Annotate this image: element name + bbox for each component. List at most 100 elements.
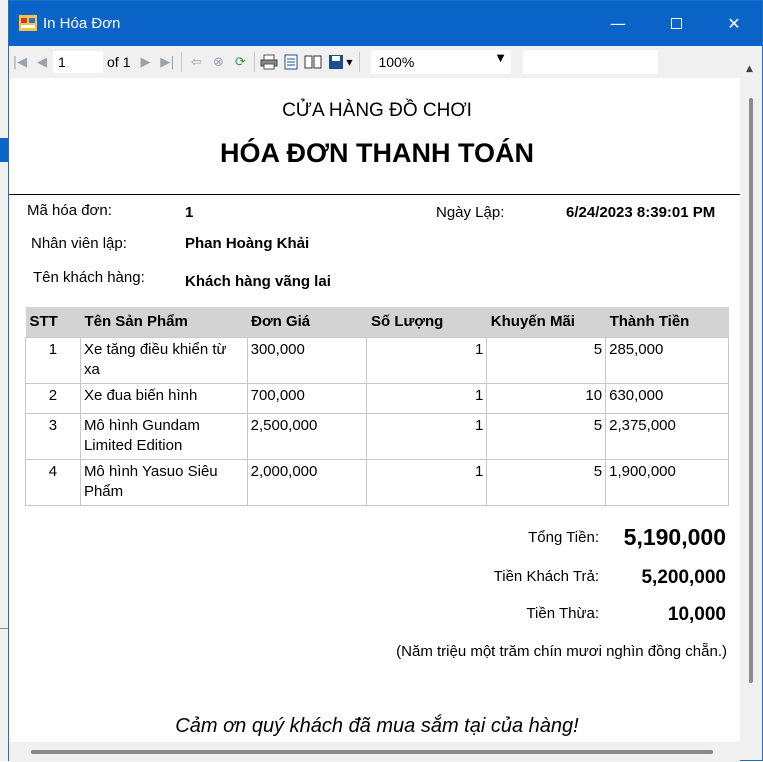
customer-value: Khách hàng vãng lai [185, 273, 331, 290]
row-unit-price: 2,500,000 [246, 412, 368, 460]
vertical-scrollbar[interactable]: ▲ [740, 64, 762, 742]
table-row: 3 Mô hình Gundam Limited Edition 2,500,0… [25, 412, 729, 460]
column-header: Khuyến Mãi [486, 307, 606, 337]
column-header: STT [25, 307, 81, 337]
row-product-name: Xe tăng điều khiển từ xa [79, 336, 248, 384]
horizontal-scrollbar[interactable] [9, 742, 740, 762]
column-header: Thành Tiền [605, 307, 729, 337]
chevron-down-icon: ▼ [496, 53, 505, 64]
row-quantity: 1 [366, 336, 488, 384]
find-text-input[interactable] [523, 50, 659, 74]
thank-you-message: Cảm ơn quý khách đã mua sắm tại của hàng… [175, 715, 579, 737]
header-divider [9, 194, 740, 195]
stop-icon: ⊗ [213, 54, 224, 70]
vertical-scroll-thumb[interactable] [749, 98, 753, 683]
maximize-icon [670, 18, 682, 29]
shop-name: CỬA HÀNG ĐỒ CHƠI [282, 100, 472, 121]
first-page-icon: |◀ [12, 54, 28, 70]
row-stt: 3 [25, 412, 81, 460]
row-unit-price: 700,000 [246, 382, 368, 414]
toolbar-separator [359, 52, 361, 72]
maximize-button[interactable] [647, 1, 705, 46]
date-value: 6/24/2023 8:39:01 PM [566, 204, 716, 221]
print-layout-icon [284, 54, 298, 70]
row-product-name: Mô hình Gundam Limited Edition [79, 412, 248, 460]
invoice-id-value: 1 [185, 204, 194, 221]
column-header: Tên Sản Phẩm [80, 307, 248, 337]
toolbar-separator [254, 52, 256, 72]
row-quantity: 1 [366, 458, 488, 506]
invoice-items-table: STT Tên Sản Phẩm Đơn Giá Số Lượng Khuyến… [25, 307, 729, 506]
change-value: 10,000 [667, 604, 726, 625]
row-discount: 5 [486, 458, 607, 506]
row-stt: 2 [25, 382, 81, 414]
page-setup-button[interactable] [302, 51, 324, 73]
print-icon [260, 54, 278, 70]
amount-in-words: (Năm triệu một trăm chín mươi nghìn đồng… [396, 643, 727, 660]
minimize-button[interactable]: — [589, 1, 647, 46]
row-stt: 4 [25, 458, 81, 506]
row-unit-price: 2,000,000 [246, 458, 368, 506]
print-button[interactable] [258, 51, 280, 73]
row-line-total: 1,900,000 [605, 458, 729, 506]
column-header: Số Lượng [366, 307, 487, 337]
refresh-button[interactable]: ⟳ [229, 51, 251, 73]
current-page-input[interactable] [53, 51, 103, 73]
background-window-divider [0, 628, 8, 629]
invoice-id-label: Mã hóa đơn: [27, 202, 112, 219]
chevron-down-icon: ▼ [346, 57, 353, 67]
window-title: In Hóa Đơn [43, 15, 121, 32]
date-label: Ngày Lập: [436, 204, 505, 221]
paid-value: 5,200,000 [641, 567, 726, 588]
title-bar[interactable]: In Hóa Đơn — ✕ [9, 1, 762, 46]
row-line-total: 2,375,000 [605, 412, 729, 460]
row-product-name: Mô hình Yasuo Siêu Phẩm [79, 458, 248, 506]
row-line-total: 630,000 [605, 382, 729, 414]
table-row: 4 Mô hình Yasuo Siêu Phẩm 2,000,000 1 5 … [25, 458, 729, 506]
row-discount: 5 [486, 336, 607, 384]
last-page-icon: ▶| [160, 54, 175, 70]
close-icon: ✕ [727, 14, 741, 33]
back-icon: ⇦ [191, 54, 202, 70]
next-page-button[interactable]: ▶ [134, 51, 156, 73]
background-window-accent [0, 138, 8, 162]
first-page-button[interactable]: |◀ [9, 51, 31, 73]
report-viewer: CỬA HÀNG ĐỒ CHƠI HÓA ĐƠN THANH TOÁN Mã h… [9, 78, 740, 742]
row-discount: 5 [486, 412, 607, 460]
invoice-title: HÓA ĐƠN THANH TOÁN [219, 138, 535, 168]
column-header: Đơn Giá [247, 307, 367, 337]
customer-label: Tên khách hàng: [33, 269, 145, 286]
employee-value: Phan Hoàng Khải [185, 235, 310, 252]
next-page-icon: ▶ [140, 54, 151, 70]
employee-label: Nhân viên lập: [31, 235, 127, 252]
stop-button[interactable]: ⊗ [207, 51, 229, 73]
total-value: 5,190,000 [623, 524, 726, 550]
export-icon [329, 55, 344, 69]
page-setup-icon [304, 55, 322, 69]
row-unit-price: 300,000 [246, 336, 368, 384]
prev-page-button[interactable]: ◀ [31, 51, 53, 73]
scroll-up-icon[interactable]: ▲ [746, 64, 753, 74]
last-page-button[interactable]: ▶| [156, 51, 178, 73]
table-header-row: STT Tên Sản Phẩm Đơn Giá Số Lượng Khuyến… [25, 307, 729, 337]
horizontal-scroll-thumb[interactable] [31, 750, 713, 754]
refresh-icon: ⟳ [235, 54, 246, 70]
print-layout-button[interactable] [280, 51, 302, 73]
row-discount: 10 [486, 382, 607, 414]
report-app-icon [19, 15, 37, 31]
print-invoice-window: In Hóa Đơn — ✕ |◀ ◀ of 1 ▶ ▶| ⇦ ⊗ ⟳ [8, 0, 763, 762]
close-button[interactable]: ✕ [705, 1, 763, 46]
row-line-total: 285,000 [605, 336, 729, 384]
zoom-select[interactable]: 100% ▼ [371, 50, 512, 74]
back-button[interactable]: ⇦ [185, 51, 207, 73]
export-button[interactable]: ▼ [324, 51, 356, 73]
row-quantity: 1 [366, 382, 488, 414]
report-toolbar: |◀ ◀ of 1 ▶ ▶| ⇦ ⊗ ⟳ [9, 46, 762, 78]
table-row: 1 Xe tăng điều khiển từ xa 300,000 1 5 2… [25, 336, 729, 384]
row-product-name: Xe đua biến hình [79, 382, 248, 414]
table-row: 2 Xe đua biến hình 700,000 1 10 630,000 [25, 382, 729, 414]
zoom-value: 100% [378, 54, 415, 70]
total-pages: 1 [122, 54, 131, 70]
row-quantity: 1 [366, 412, 488, 460]
row-stt: 1 [25, 336, 81, 384]
